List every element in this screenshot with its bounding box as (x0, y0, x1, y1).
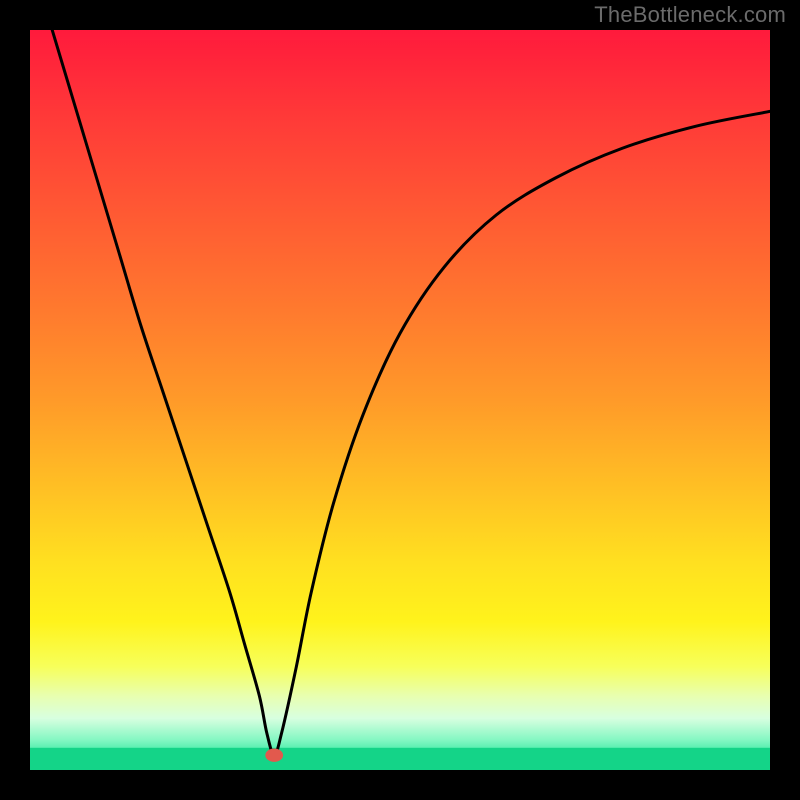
green-band (30, 748, 770, 770)
chart-background (30, 30, 770, 770)
chart-wrap: TheBottleneck.com (0, 0, 800, 800)
watermark-label: TheBottleneck.com (594, 2, 786, 28)
marker-dot (265, 749, 283, 762)
chart-svg (30, 30, 770, 770)
plot-frame (30, 30, 770, 770)
